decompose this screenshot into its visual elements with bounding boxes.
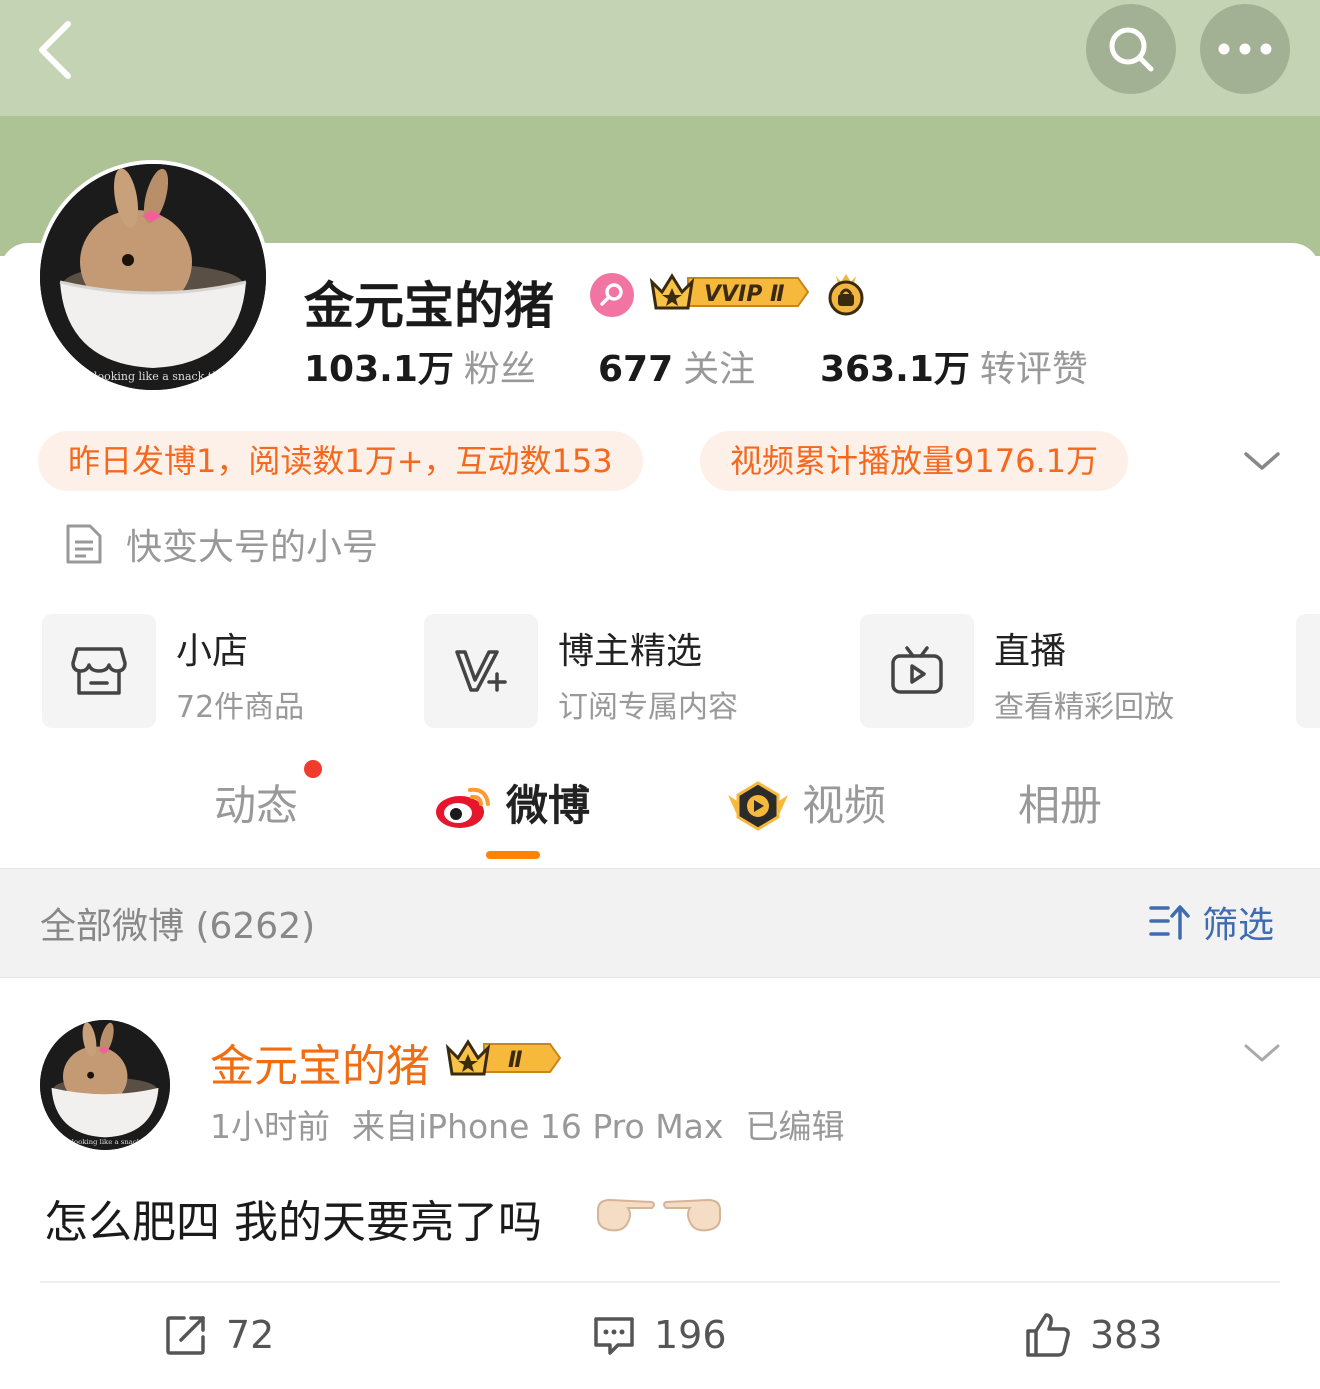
post-author-name[interactable]: 金元宝的猪	[210, 1030, 430, 1094]
post-avatar-image: m looking like a snack this	[40, 1020, 170, 1150]
document-icon	[64, 522, 104, 566]
chevron-left-icon	[39, 21, 71, 79]
post-author-avatar[interactable]: m looking like a snack this	[40, 1020, 170, 1150]
feature-more-peek[interactable]	[1296, 614, 1320, 728]
vvip-crown-icon: VVIP Ⅱ	[649, 273, 810, 310]
chevron-down-icon	[1244, 1044, 1280, 1062]
weibo-logo-icon	[436, 787, 490, 828]
profile-bio: 快变大号的小号	[126, 527, 379, 568]
active-tab-indicator	[486, 851, 540, 859]
vvip-badge[interactable]: VVIP Ⅱ	[648, 268, 810, 316]
back-button[interactable]	[30, 18, 90, 82]
crown-bag-icon-shape	[828, 274, 864, 316]
comment-icon	[594, 1317, 634, 1355]
notification-dot	[304, 760, 322, 778]
interactions-stat[interactable]: 363.1万 转评赞	[820, 340, 1088, 392]
comment-count: 196	[654, 1313, 727, 1357]
following-label: 关注	[683, 349, 756, 390]
feature-blogger-picks[interactable]: 博主精选 订阅专属内容	[424, 614, 834, 728]
post-time: 1小时前	[210, 1107, 330, 1146]
feature-live-title: 直播	[994, 631, 1067, 672]
interactions-count: 363.1万	[820, 349, 970, 390]
feature-blogger-picks-title: 博主精选	[558, 631, 703, 672]
more-dots-icon	[1218, 43, 1272, 55]
like-count: 383	[1090, 1313, 1163, 1357]
pointing-right-icon	[594, 1192, 658, 1236]
following-count: 677	[598, 349, 674, 390]
chevron-down-icon	[1244, 452, 1280, 470]
like-button[interactable]: 383	[1024, 1306, 1163, 1364]
tab-video-label: 视频	[802, 781, 887, 830]
repost-button[interactable]: 72	[164, 1306, 274, 1364]
followers-stat[interactable]: 103.1万 粉丝	[304, 340, 536, 392]
post-vip-badge[interactable]: Ⅱ	[444, 1034, 562, 1082]
tv-play-icon	[860, 614, 974, 728]
post-divider	[40, 1281, 1280, 1283]
filter-sort-icon	[1149, 905, 1190, 940]
bunny-in-bowl-image: m looking like a snack this	[40, 1020, 170, 1150]
daily-stats-pill[interactable]: 昨日发博1，阅读数1万+，互动数153	[38, 431, 643, 491]
expand-info-button[interactable]	[1240, 444, 1284, 478]
tab-activity[interactable]: 动态	[214, 776, 298, 836]
avatar-image: m looking like a snack this	[40, 164, 266, 390]
feature-shop-sub: 72件商品	[176, 690, 305, 725]
interactions-label: 转评赞	[979, 349, 1088, 390]
filter-bar: 全部微博 (6262) 筛选	[0, 868, 1320, 978]
tab-weibo-label: 微博	[506, 781, 591, 830]
filter-button-label: 筛选	[1202, 905, 1275, 946]
repost-count: 72	[226, 1313, 275, 1357]
profile-avatar[interactable]: m looking like a snack this	[36, 160, 270, 394]
filter-button[interactable]: 筛选	[1148, 897, 1274, 947]
video-play-icon	[728, 781, 788, 831]
post-source: 来自iPhone 16 Pro Max	[352, 1107, 724, 1146]
female-icon[interactable]	[590, 273, 634, 317]
video-plays-pill[interactable]: 视频累计播放量9176.1万	[700, 431, 1128, 491]
post-options-button[interactable]	[1240, 1036, 1284, 1070]
crown-bag-icon[interactable]	[822, 268, 870, 316]
all-posts-count: 全部微博 (6262)	[40, 906, 316, 947]
feature-shop[interactable]: 小店 72件商品	[42, 614, 402, 728]
followers-label: 粉丝	[463, 349, 536, 390]
feature-live[interactable]: 直播 查看精彩回放	[860, 614, 1280, 728]
following-stat[interactable]: 677 关注	[598, 340, 755, 392]
feature-shop-title: 小店	[176, 631, 249, 672]
bunny-in-bowl-image: m looking like a snack this	[40, 164, 266, 390]
repost-icon	[166, 1316, 205, 1355]
post-text: 怎么肥四 我的天要亮了吗	[44, 1197, 542, 1248]
search-icon	[1109, 27, 1154, 72]
feature-blogger-picks-sub: 订阅专属内容	[558, 690, 738, 725]
post-edited: 已编辑	[745, 1107, 845, 1146]
post-badge-label: Ⅱ	[508, 1048, 523, 1073]
female-symbol-icon	[600, 283, 623, 306]
tab-album[interactable]: 相册	[1018, 776, 1102, 836]
tab-weibo[interactable]: 微博	[434, 776, 590, 836]
search-button[interactable]	[1086, 4, 1176, 94]
pointing-left-icon	[660, 1192, 724, 1236]
v-plus-icon	[424, 614, 538, 728]
shop-icon	[42, 614, 156, 728]
vip-crown-icon: Ⅱ	[445, 1039, 562, 1076]
comment-button[interactable]: 196	[592, 1306, 727, 1364]
vvip-label: VVIP Ⅱ	[704, 282, 785, 307]
thumbs-up-icon	[1026, 1313, 1070, 1357]
followers-count: 103.1万	[304, 349, 454, 390]
more-button[interactable]	[1200, 4, 1290, 94]
tab-video[interactable]: 视频	[726, 776, 886, 836]
post-meta: 1小时前 来自iPhone 16 Pro Max 已编辑	[210, 1100, 866, 1148]
feature-live-sub: 查看精彩回放	[994, 690, 1174, 725]
profile-username: 金元宝的猪	[304, 277, 554, 335]
